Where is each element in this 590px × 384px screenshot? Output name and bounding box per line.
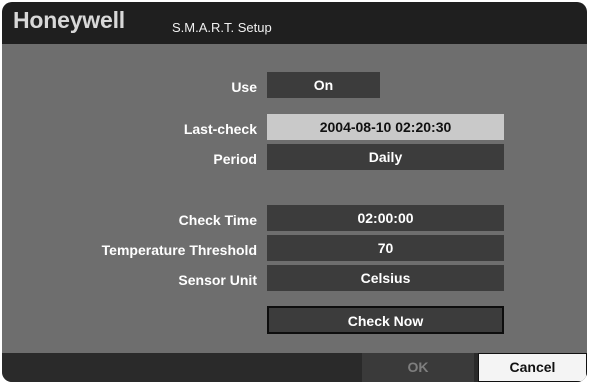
temperature-threshold-field[interactable]: 70 (267, 235, 504, 261)
sensor-unit-label: Sensor Unit (178, 272, 257, 288)
honeywell-logo: Honeywell (13, 7, 125, 33)
smart-setup-dialog: Honeywell S.M.A.R.T. Setup Use On Last-c… (2, 2, 587, 382)
sensor-unit-select[interactable]: Celsius (267, 265, 504, 291)
check-now-button[interactable]: Check Now (267, 306, 504, 334)
title-bar: Honeywell S.M.A.R.T. Setup (2, 2, 587, 44)
period-label: Period (213, 151, 257, 167)
last-check-label: Last-check (183, 121, 257, 137)
ok-button[interactable]: OK (362, 353, 474, 382)
cancel-button[interactable]: Cancel (478, 353, 587, 382)
use-label: Use (231, 79, 257, 95)
use-toggle[interactable]: On (267, 72, 380, 98)
check-time-field[interactable]: 02:00:00 (267, 205, 504, 231)
check-time-label: Check Time (178, 212, 257, 228)
dialog-title: S.M.A.R.T. Setup (172, 20, 272, 35)
temperature-threshold-label: Temperature Threshold (101, 242, 257, 258)
period-select[interactable]: Daily (267, 144, 504, 170)
last-check-value: 2004-08-10 02:20:30 (267, 114, 504, 140)
